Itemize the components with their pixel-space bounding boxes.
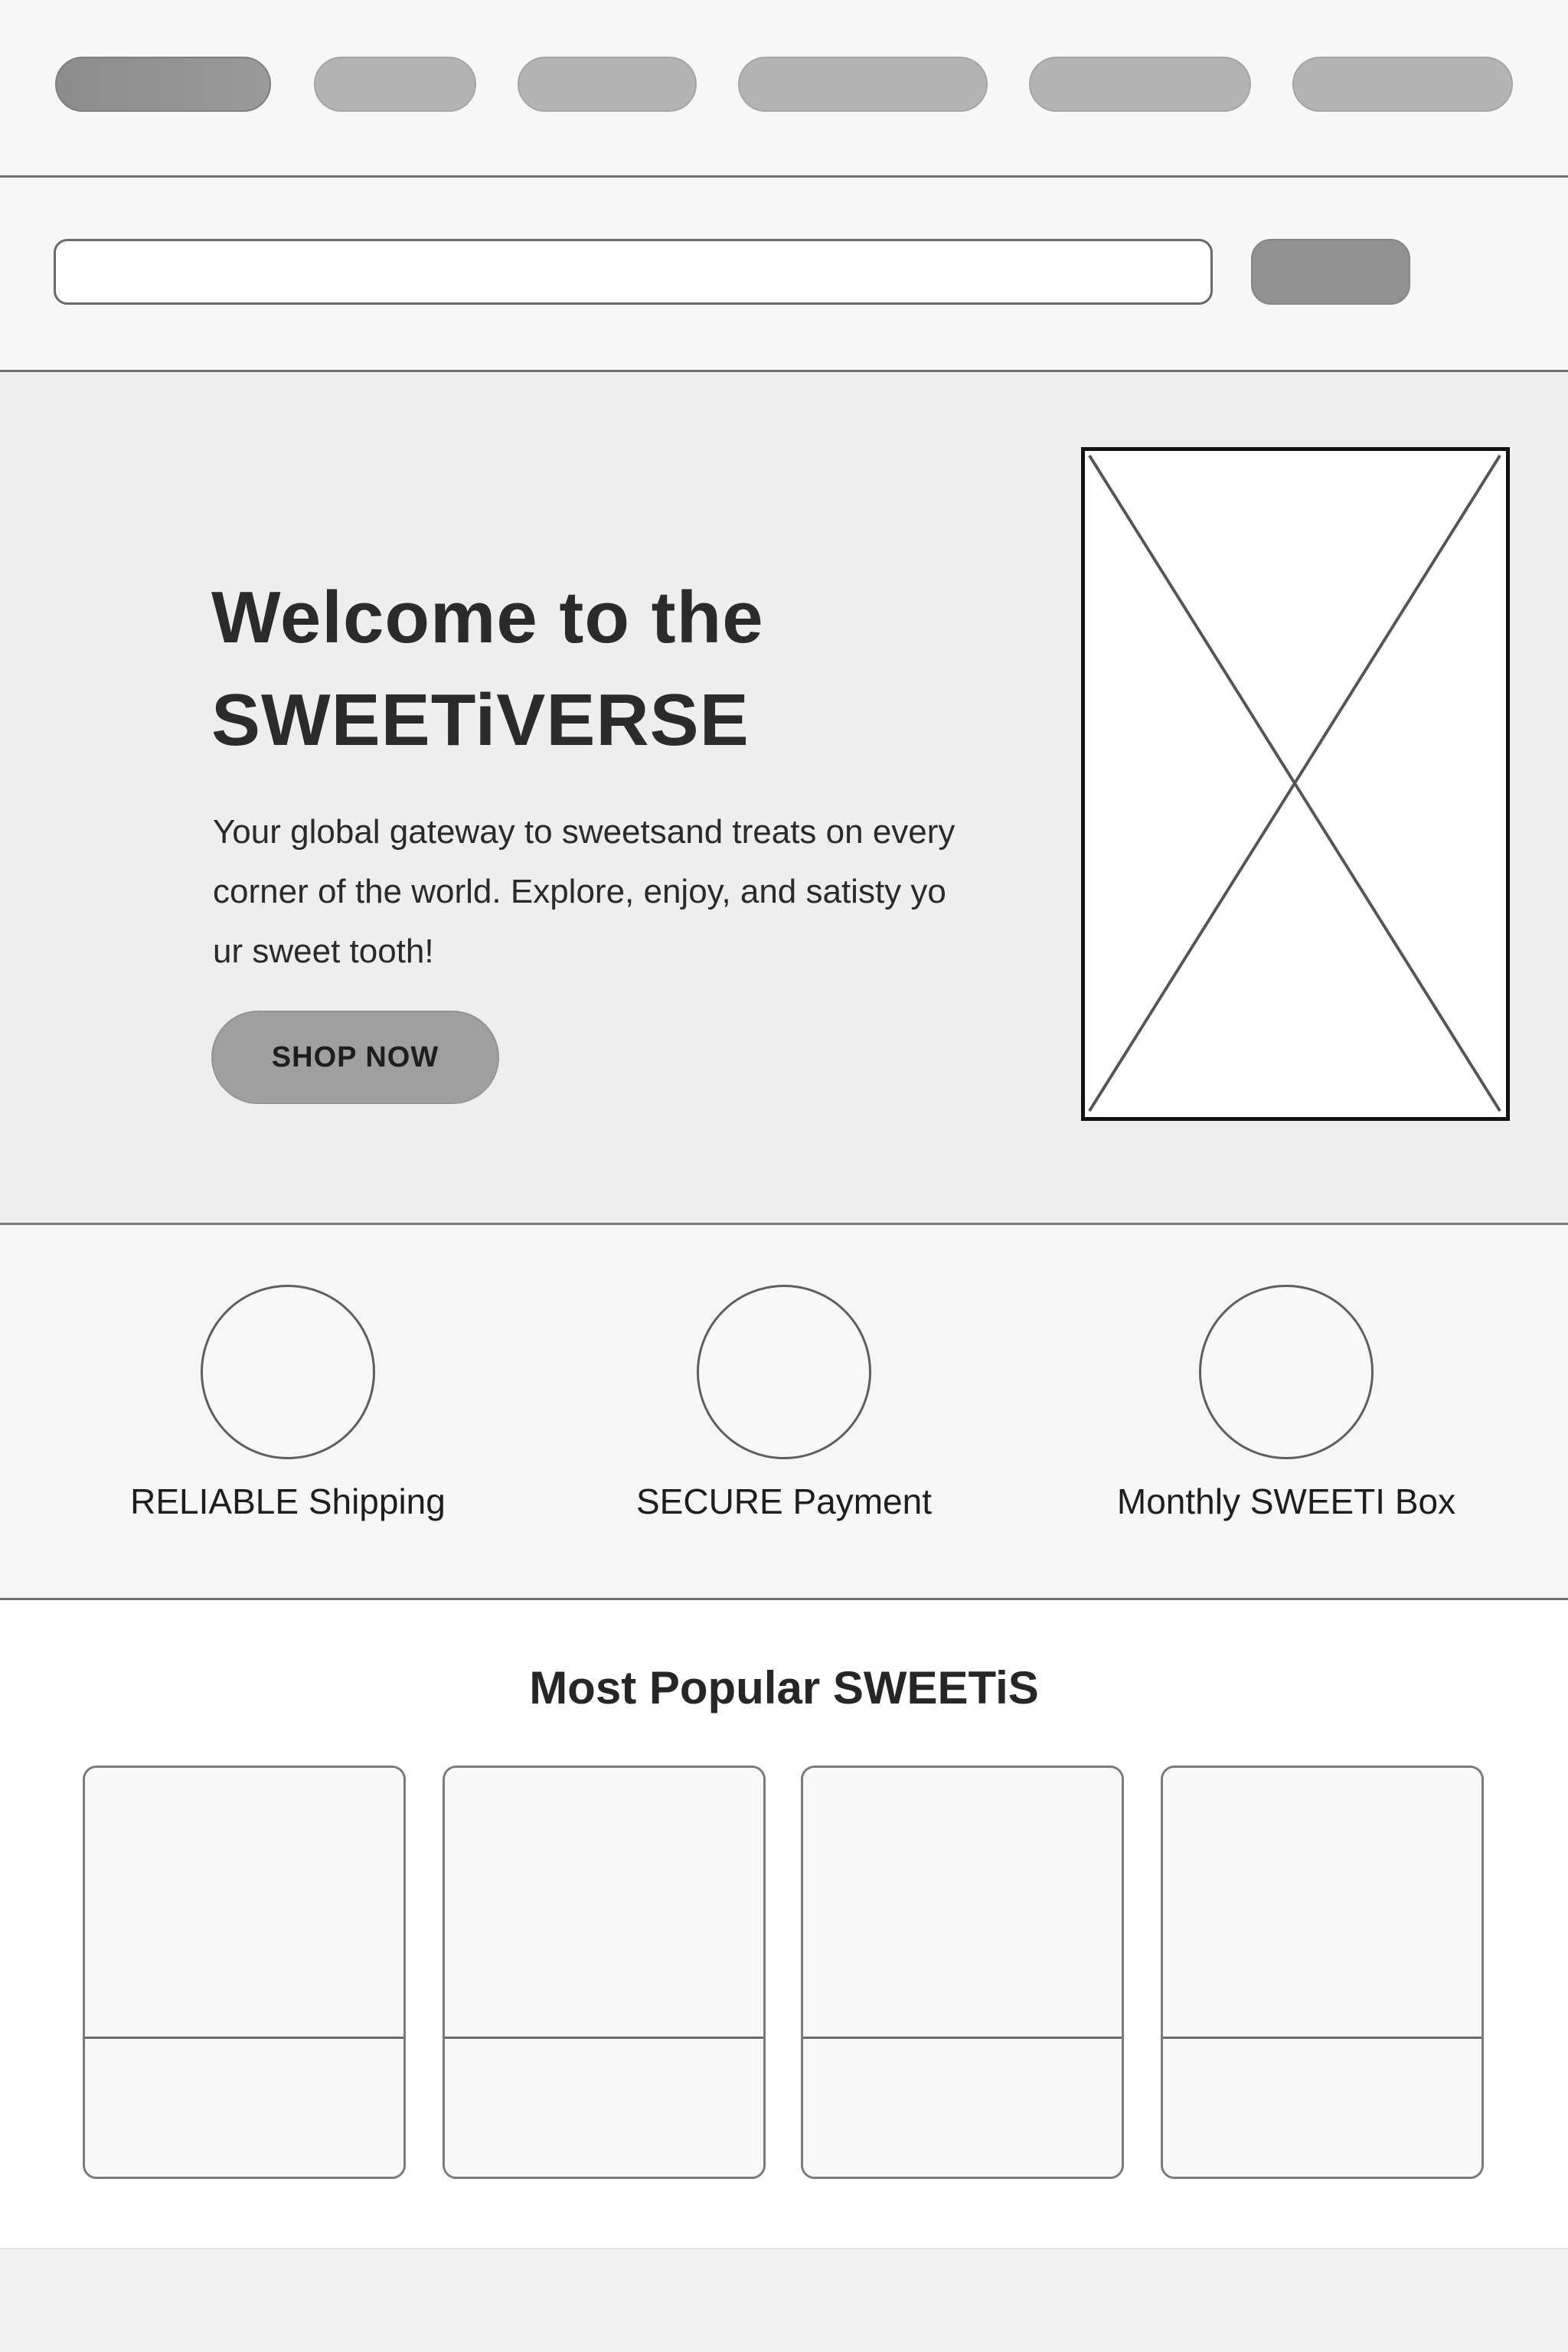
box-icon (1199, 1285, 1374, 1459)
top-navigation (0, 0, 1568, 178)
image-placeholder-icon (1081, 447, 1510, 1121)
nav-item-5[interactable] (1029, 57, 1251, 112)
hero-section: Welcome to the SWEETiVERSE Your global g… (0, 372, 1568, 1225)
hero-title-line-1: Welcome to the (211, 577, 764, 658)
page: Welcome to the SWEETiVERSE Your global g… (0, 0, 1568, 2352)
feature-box: Monthly SWEETI Box (1072, 1285, 1501, 1560)
hero-description-line-3: ur sweet tooth! (213, 933, 434, 970)
search-input[interactable] (54, 239, 1213, 305)
hero-description-line-2: corner of the world. Explore, enjoy, and… (213, 873, 946, 910)
nav-item-3[interactable] (518, 57, 697, 112)
feature-label: SECURE Payment (635, 1481, 932, 1521)
payment-icon (697, 1285, 871, 1459)
product-card[interactable] (1161, 1766, 1484, 2179)
search-bar (0, 178, 1568, 372)
product-card[interactable] (83, 1766, 406, 2179)
product-image-placeholder (1163, 1768, 1481, 2039)
popular-title: Most Popular SWEETiS (529, 1662, 1039, 1713)
feature-label: Monthly SWEETI Box (1116, 1481, 1456, 1521)
hero-title: Welcome to the SWEETiVERSE (211, 567, 1054, 772)
product-info (803, 2041, 1122, 2177)
product-image-placeholder (445, 1768, 763, 2039)
hero-description-line-1: Your global gateway to sweetsand treats … (213, 813, 956, 851)
feature-payment: SECURE Payment (570, 1285, 998, 1560)
footer (0, 2249, 1568, 2352)
nav-item-6[interactable] (1292, 57, 1513, 112)
nav-item-2[interactable] (314, 57, 476, 112)
product-card[interactable] (443, 1766, 766, 2179)
product-image-placeholder (85, 1768, 403, 2039)
hero-title-line-2: SWEETiVERSE (211, 679, 750, 761)
search-button[interactable] (1251, 239, 1410, 305)
shipping-icon (201, 1285, 375, 1459)
product-card[interactable] (801, 1766, 1124, 2179)
features-section: RELIABLE Shipping SECURE Payment Monthly… (0, 1225, 1568, 1600)
popular-section: Most Popular SWEETiS (0, 1600, 1568, 2249)
product-info (445, 2041, 763, 2177)
feature-label: RELIABLE Shipping (130, 1481, 446, 1521)
nav-item-1[interactable] (55, 57, 271, 112)
feature-shipping: RELIABLE Shipping (74, 1285, 502, 1560)
nav-item-4[interactable] (738, 57, 988, 112)
hero-description: Your global gateway to sweetsand treats … (213, 802, 1040, 982)
product-info (85, 2041, 403, 2177)
image-placeholder-cross (1088, 454, 1501, 1112)
shop-now-button[interactable]: SHOP NOW (211, 1011, 499, 1104)
product-image-placeholder (803, 1768, 1122, 2039)
product-info (1163, 2041, 1481, 2177)
